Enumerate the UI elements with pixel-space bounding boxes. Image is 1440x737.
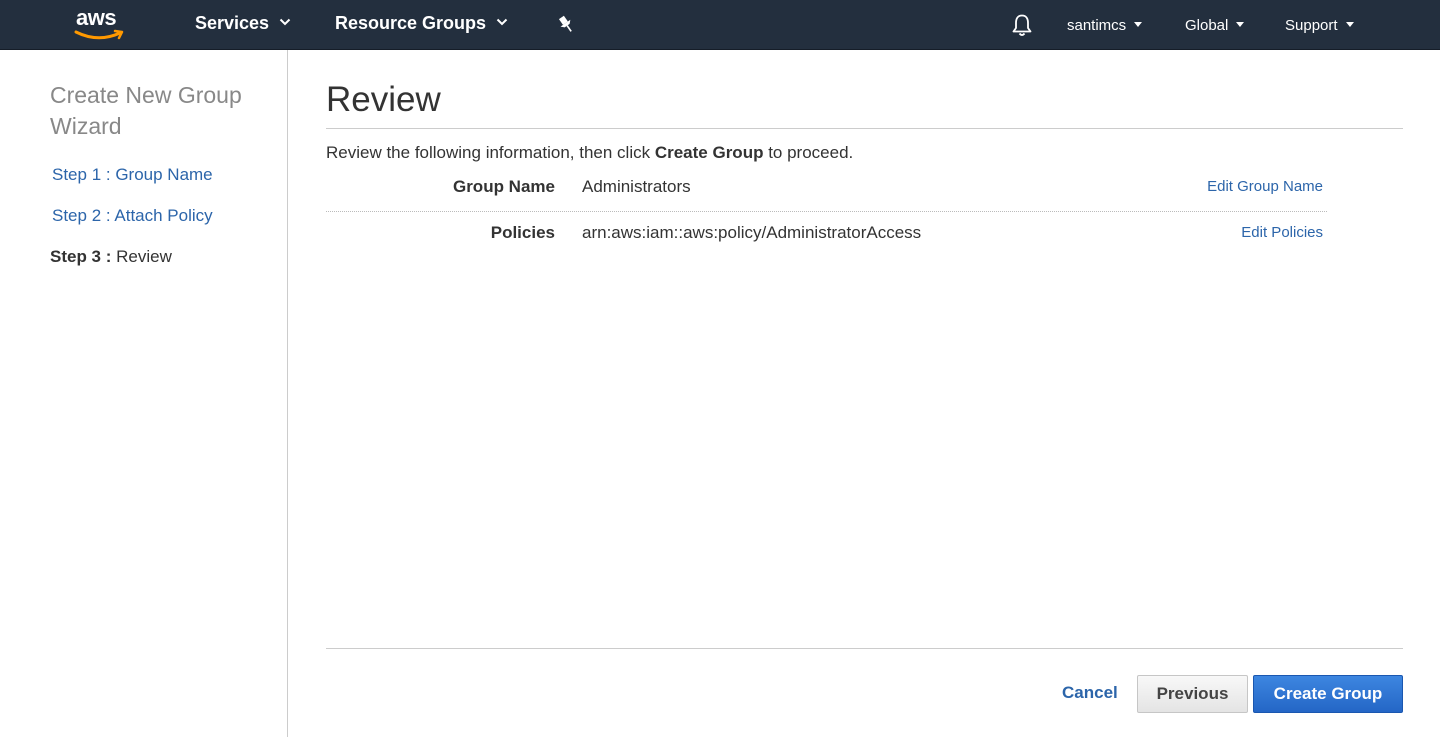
- bell-icon[interactable]: [1011, 13, 1033, 37]
- aws-smile-icon: [74, 29, 124, 40]
- page-title: Review: [326, 80, 441, 119]
- resource-groups-menu[interactable]: Resource Groups: [335, 13, 508, 34]
- create-group-button[interactable]: Create Group: [1253, 675, 1403, 713]
- support-label: Support: [1285, 17, 1338, 34]
- aws-logo-text: aws: [76, 5, 117, 30]
- intro-text-end: to proceed.: [763, 143, 854, 162]
- caret-down-icon: [1345, 21, 1354, 27]
- region-label: Global: [1185, 17, 1229, 34]
- footer-divider: [326, 648, 1403, 649]
- previous-button[interactable]: Previous: [1137, 675, 1248, 713]
- edit-group-name-link[interactable]: Edit Group Name: [1207, 178, 1323, 195]
- wizard-title: Create New Group Wizard: [50, 82, 242, 139]
- intro-text-bold: Create Group: [654, 143, 764, 162]
- chevron-down-icon: [279, 19, 291, 26]
- services-label: Services: [195, 13, 270, 33]
- top-nav-bar: aws Services Resource Groups santimcs Gl…: [0, 0, 1440, 50]
- row-separator: [326, 211, 1327, 212]
- user-name: santimcs: [1067, 17, 1127, 34]
- step-1-link[interactable]: Step 1 : Group Name: [52, 165, 213, 185]
- caret-down-icon: [1134, 21, 1143, 27]
- pin-icon[interactable]: [557, 14, 575, 34]
- resource-groups-label: Resource Groups: [335, 13, 487, 33]
- step-3-prefix: Step 3 :: [50, 247, 112, 266]
- caret-down-icon: [1236, 21, 1245, 27]
- wizard-sidebar: Create New Group Wizard Step 1 : Group N…: [0, 50, 288, 737]
- group-name-label: Group Name: [452, 177, 555, 196]
- aws-logo[interactable]: aws: [74, 5, 130, 43]
- services-menu[interactable]: Services: [195, 13, 291, 34]
- user-menu[interactable]: santimcs: [1067, 17, 1143, 34]
- group-name-value: Administrators: [582, 177, 691, 196]
- support-menu[interactable]: Support: [1285, 17, 1354, 34]
- chevron-down-icon: [496, 19, 508, 26]
- edit-policies-link[interactable]: Edit Policies: [1241, 224, 1323, 241]
- title-divider: [326, 128, 1403, 129]
- review-instructions: Review the following information, then c…: [326, 143, 853, 163]
- policies-label: Policies: [490, 223, 555, 242]
- step-3-label: Review: [116, 247, 172, 266]
- region-menu[interactable]: Global: [1185, 17, 1245, 34]
- policies-value: arn:aws:iam::aws:policy/AdministratorAcc…: [582, 223, 922, 242]
- cancel-link[interactable]: Cancel: [1062, 683, 1118, 703]
- intro-text-start: Review the following information, then c…: [326, 143, 655, 162]
- step-3-current: Step 3 : Review: [50, 247, 172, 267]
- step-2-link[interactable]: Step 2 : Attach Policy: [52, 206, 213, 226]
